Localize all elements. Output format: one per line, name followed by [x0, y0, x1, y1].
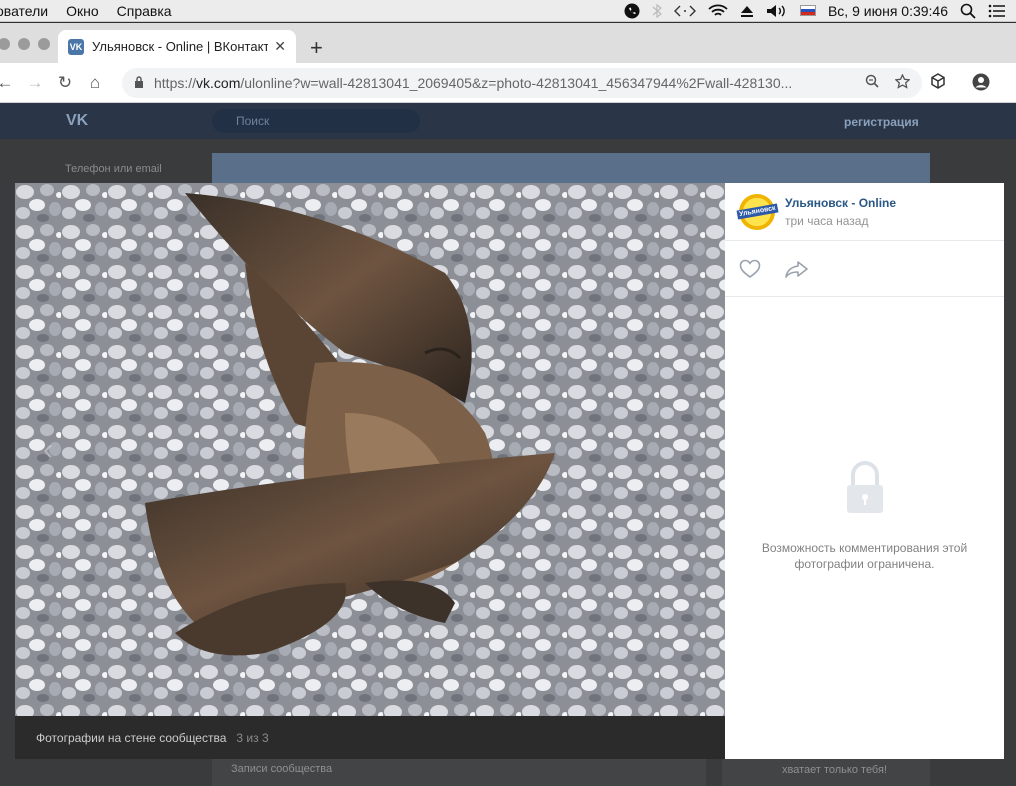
tab-title: Ульяновск - Online | ВКонтакте [92, 39, 269, 54]
community-avatar[interactable]: Ульяновск [736, 193, 778, 230]
photo-viewer: ‹ Фотографии на стене сообщества 3 из 3 … [15, 183, 1004, 759]
browser-toolbar: ← → ↻ ⌂ https://vk.com/ulonline?w=wall-4… [0, 63, 1016, 103]
menu-item-help[interactable]: Справка [117, 3, 172, 19]
community-cover [212, 153, 930, 183]
vk-favicon-icon: VK [68, 38, 84, 55]
browser-tab[interactable]: VK Ульяновск - Online | ВКонтакте ✕ [58, 30, 296, 63]
bluetooth-icon[interactable] [652, 3, 662, 19]
author-name-link[interactable]: Ульяновск - Online [785, 196, 896, 210]
posts-section-header[interactable]: Записи сообщества [212, 757, 706, 786]
bookmark-star-icon[interactable] [894, 73, 911, 92]
status-area: Вс, 9 июня 0:39:46 [624, 3, 1016, 19]
side-block-text: хватает только тебя! [722, 757, 930, 786]
minimize-window-button[interactable] [18, 38, 30, 50]
code-brackets-icon[interactable] [673, 4, 696, 18]
menu-item-window[interactable]: Окно [66, 3, 99, 19]
like-heart-icon[interactable] [739, 259, 761, 279]
post-time[interactable]: три часа назад [785, 214, 896, 228]
notification-center-icon[interactable] [988, 4, 1006, 18]
viber-icon[interactable] [624, 3, 640, 19]
extension-cube-icon[interactable] [930, 73, 946, 96]
back-arrow-icon[interactable]: ← [0, 73, 20, 93]
padlock-icon [845, 461, 885, 520]
photo-side-panel: Ульяновск Ульяновск - Online три часа на… [725, 183, 1004, 759]
vk-header: VK Поиск регистрация [0, 103, 1016, 139]
photo-actions [725, 241, 1004, 297]
forward-arrow-icon[interactable]: → [20, 73, 50, 93]
zoom-window-button[interactable] [38, 38, 50, 50]
spotlight-search-icon[interactable] [960, 3, 976, 19]
lock-icon[interactable] [134, 75, 144, 91]
window-controls [0, 38, 50, 50]
login-label: Телефон или email [65, 163, 162, 175]
register-link[interactable]: регистрация [844, 115, 919, 129]
eject-icon[interactable] [740, 4, 754, 18]
macos-menu-bar: ователи Окно Справка Вс, 9 июня 0:39:46 [0, 0, 1016, 22]
url-text: https://vk.com/ulonline?w=wall-42813041_… [154, 75, 793, 91]
wifi-icon[interactable] [708, 4, 728, 18]
address-bar[interactable]: https://vk.com/ulonline?w=wall-42813041_… [122, 68, 922, 98]
vk-search-input[interactable]: Поиск [212, 109, 420, 133]
close-window-button[interactable] [0, 38, 10, 50]
photo-counter: 3 из 3 [236, 730, 269, 745]
dead-bird-on-gravel-image [15, 183, 725, 716]
menu-item-users[interactable]: ователи [0, 3, 48, 19]
zoom-icon[interactable] [865, 74, 879, 92]
vk-logo-icon[interactable]: VK [66, 112, 88, 130]
share-arrow-icon[interactable] [785, 260, 809, 278]
viewer-photo[interactable]: ‹ [15, 183, 725, 716]
previous-photo-arrow-icon[interactable]: ‹ [43, 433, 53, 467]
profile-avatar-icon[interactable] [972, 73, 990, 96]
browser-tab-strip: VK Ульяновск - Online | ВКонтакте ✕ + [0, 23, 1016, 63]
home-icon[interactable]: ⌂ [80, 73, 110, 93]
clock[interactable]: Вс, 9 июня 0:39:46 [828, 3, 948, 19]
russian-flag-icon[interactable] [799, 5, 816, 16]
new-tab-button[interactable]: + [310, 35, 323, 61]
volume-icon[interactable] [766, 4, 788, 18]
comments-closed-text: Возможность комментирования этой фотогра… [761, 541, 968, 571]
comments-closed-notice: Возможность комментирования этой фотогра… [725, 461, 1004, 572]
photo-caption-bar: Фотографии на стене сообщества 3 из 3 [15, 716, 725, 759]
album-link[interactable]: Фотографии на стене сообщества [36, 731, 226, 745]
reload-icon[interactable]: ↻ [50, 73, 80, 93]
tab-close-icon[interactable]: ✕ [274, 38, 286, 55]
post-author: Ульяновск Ульяновск - Online три часа на… [725, 183, 1004, 241]
menu-list: ователи Окно Справка [0, 3, 172, 19]
